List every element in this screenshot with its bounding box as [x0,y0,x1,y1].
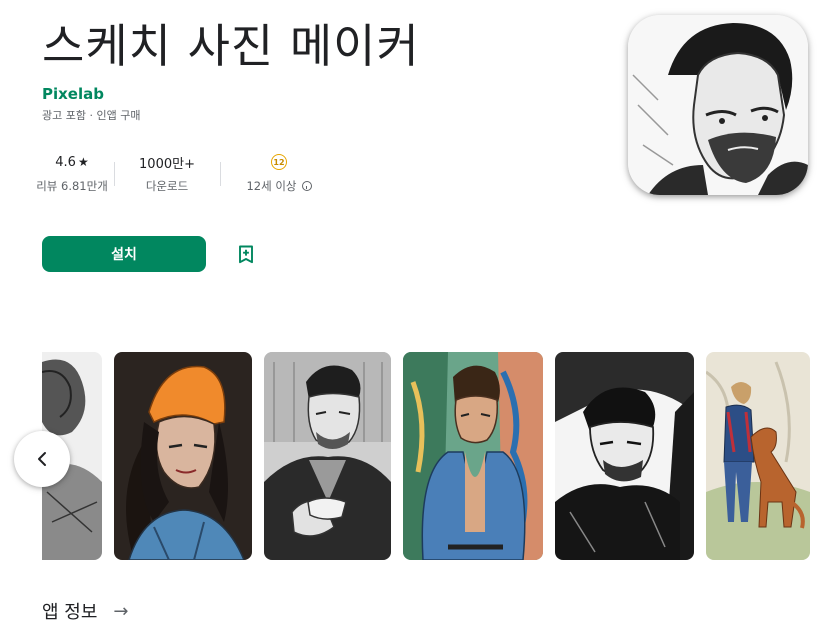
info-icon[interactable] [301,181,312,191]
screenshot-2[interactable] [114,352,252,560]
screenshot-6[interactable] [706,352,810,560]
review-count: 리뷰 6.81만개 [36,179,108,193]
carousel-prev-button[interactable] [14,431,70,487]
screenshot-4[interactable] [403,352,543,560]
screenshot-5[interactable] [555,352,694,560]
app-stats: 4.6 ★ 리뷰 6.81만개 1000만+ 다운로드 12 12세 이상 [36,152,338,194]
installs-value: 1000만+ [139,156,195,172]
screenshot-3[interactable] [264,352,391,560]
about-app-label: 앱 정보 [42,602,98,623]
installs-stat: 1000만+ 다운로드 [114,152,220,194]
install-button[interactable]: 설치 [42,236,206,272]
ads-iap-note: 광고 포함 · 인앱 구매 [42,109,141,122]
about-app-link[interactable]: 앱 정보 → [42,598,129,624]
rating-value: 4.6 [55,154,76,170]
age-rating-label: 12세 이상 [246,179,297,193]
developer-link[interactable]: Pixelab [42,85,104,103]
age-rating-badge-icon: 12 [271,154,287,170]
app-icon [628,15,808,195]
app-title: 스케치 사진 메이커 [42,19,420,73]
chevron-left-icon [38,452,46,466]
arrow-right-icon: → [113,600,129,622]
bookmark-add-icon[interactable] [234,242,258,266]
rating-stat[interactable]: 4.6 ★ 리뷰 6.81만개 [30,152,114,194]
star-icon: ★ [77,155,89,169]
installs-label: 다운로드 [145,179,189,193]
content-rating-stat[interactable]: 12 12세 이상 [220,152,338,194]
